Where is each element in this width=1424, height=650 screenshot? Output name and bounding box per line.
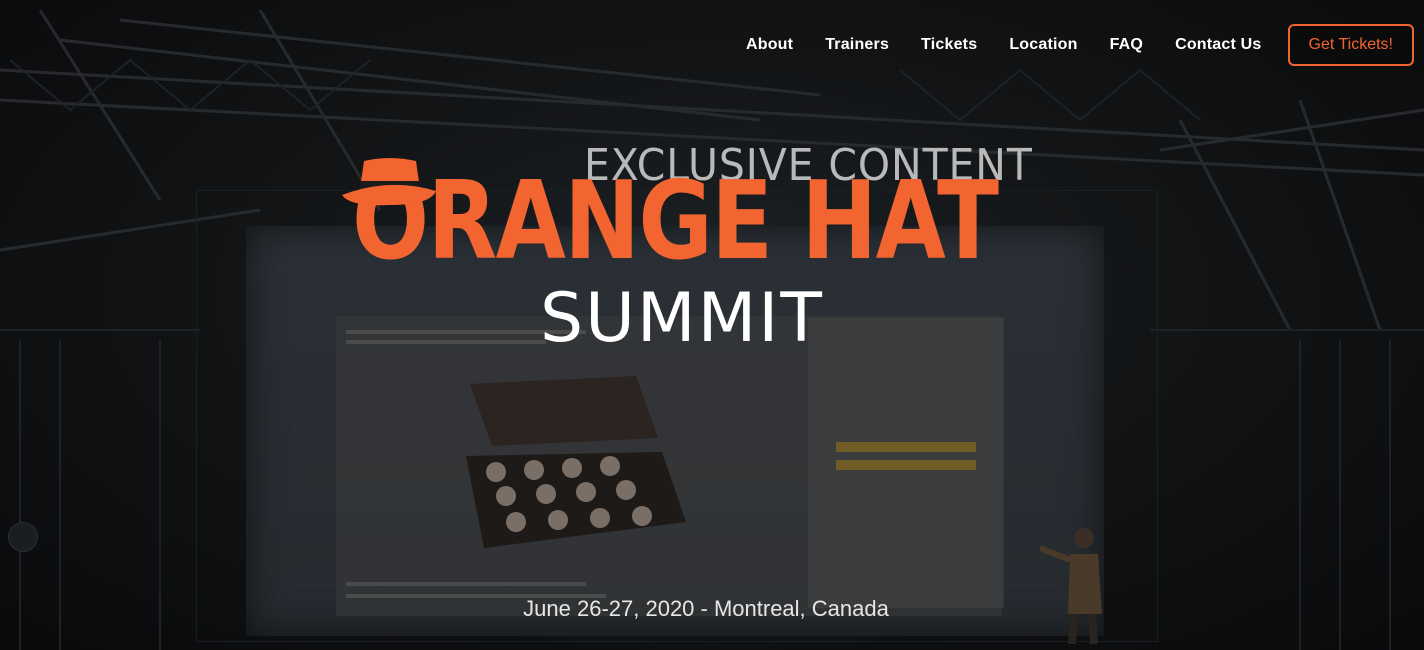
nav-about[interactable]: About: [746, 36, 793, 54]
presenter-figure: [1040, 528, 1102, 644]
nav-faq[interactable]: FAQ: [1110, 36, 1144, 54]
hero-subtitle: SUMMIT: [540, 279, 824, 358]
top-navigation: About Trainers Tickets Location FAQ Cont…: [746, 24, 1414, 66]
orange-hat-icon: [342, 158, 436, 206]
projected-cart-button: [836, 442, 976, 452]
projected-buy-button: [836, 460, 976, 470]
brand-title: ORANGE HAT: [352, 159, 999, 284]
projected-text-line: [346, 340, 546, 344]
nav-trainers[interactable]: Trainers: [825, 36, 889, 54]
nav-tickets[interactable]: Tickets: [921, 36, 977, 54]
nav-location[interactable]: Location: [1009, 36, 1077, 54]
chocolate-box-image: [466, 376, 686, 548]
get-tickets-button[interactable]: Get Tickets!: [1287, 24, 1414, 66]
event-date-location: June 26-27, 2020 - Montreal, Canada: [523, 596, 889, 621]
nav-contact-us[interactable]: Contact Us: [1175, 36, 1261, 54]
chat-bubble-icon[interactable]: [8, 522, 38, 552]
projected-text-line: [346, 582, 586, 586]
